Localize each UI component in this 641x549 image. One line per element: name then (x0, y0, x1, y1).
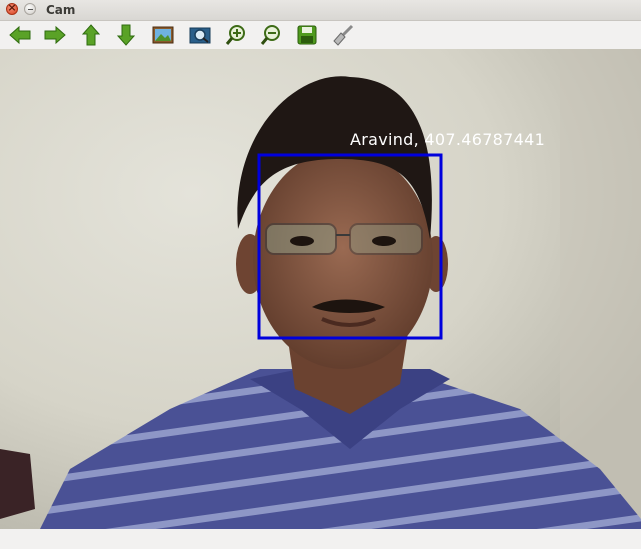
arrow-right-icon (44, 25, 66, 45)
zoom-fit-icon (189, 27, 211, 44)
detection-label: Aravind, 407.46787441 (350, 130, 546, 149)
minimize-window-button[interactable] (24, 3, 36, 15)
image-button[interactable] (150, 23, 176, 47)
camera-view: Aravind, 407.46787441 (0, 49, 641, 529)
zoom-fit-button[interactable] (187, 23, 213, 47)
arrow-up-icon (81, 24, 101, 46)
arrow-down-icon (116, 24, 136, 46)
zoom-out-icon (260, 25, 280, 45)
close-window-button[interactable] (6, 1, 18, 15)
save-button[interactable] (294, 23, 320, 47)
zoom-in-button[interactable] (223, 23, 249, 47)
status-strip (0, 529, 641, 549)
camera-frame-image (0, 49, 641, 529)
zoom-in-icon (225, 25, 245, 45)
toolbar (0, 21, 641, 49)
image-icon (152, 26, 174, 44)
title-bar: Cam (0, 0, 641, 21)
pan-left-button[interactable] (7, 23, 33, 47)
clear-button[interactable] (330, 23, 356, 47)
pan-up-button[interactable] (78, 23, 104, 47)
window-title: Cam (46, 3, 76, 17)
brush-icon (333, 24, 354, 46)
arrow-left-icon (9, 25, 31, 45)
zoom-out-button[interactable] (258, 23, 284, 47)
pan-down-button[interactable] (113, 23, 139, 47)
pan-right-button[interactable] (42, 23, 68, 47)
save-icon (297, 25, 317, 45)
